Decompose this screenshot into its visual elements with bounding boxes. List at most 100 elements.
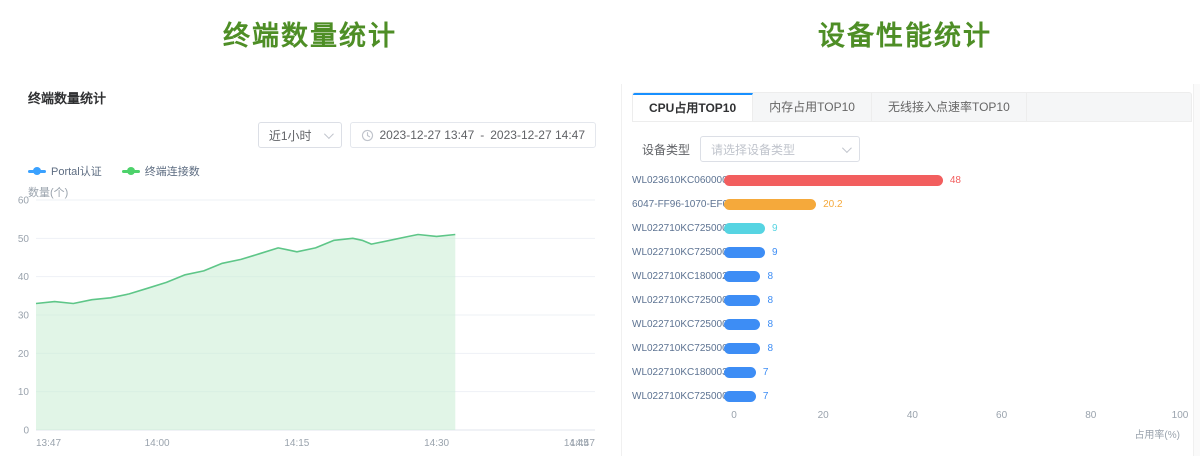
bar-track: 8 bbox=[724, 319, 1180, 330]
bar bbox=[724, 199, 816, 210]
svg-text:10: 10 bbox=[18, 387, 30, 398]
bar-row: WL022710KC725000369 8 bbox=[632, 336, 1180, 360]
bar-value: 20.2 bbox=[823, 199, 842, 210]
svg-text:40: 40 bbox=[18, 272, 30, 283]
axis-tick: 0 bbox=[731, 410, 737, 421]
date-range-picker[interactable]: 2023-12-27 13:47 - 2023-12-27 14:47 bbox=[350, 122, 597, 148]
date-start: 2023-12-27 13:47 bbox=[380, 128, 475, 142]
device-performance-panel: CPU占用TOP10 内存占用TOP10 无线接入点速率TOP10 设备类型 请… bbox=[632, 0, 1192, 456]
bar-row: WL022710KC725000307 8 bbox=[632, 312, 1180, 336]
legend-item-portal[interactable]: Portal认证 bbox=[28, 163, 102, 179]
device-name: WL022710KC725000102 bbox=[632, 223, 724, 234]
chevron-down-icon bbox=[842, 143, 852, 153]
bar-row: WL023610KC06000043 48 bbox=[632, 168, 1180, 192]
bar bbox=[724, 343, 760, 354]
bar-track: 20.2 bbox=[724, 199, 1180, 210]
bar bbox=[724, 247, 765, 258]
axis-tick: 80 bbox=[1085, 410, 1096, 421]
bar bbox=[724, 175, 943, 186]
bar bbox=[724, 271, 760, 282]
tab-cpu-top10[interactable]: CPU占用TOP10 bbox=[633, 93, 753, 121]
device-name: WL022710KC18000280 bbox=[632, 271, 724, 282]
svg-text:14:00: 14:00 bbox=[145, 438, 170, 449]
chart-controls: 近1小时 2023-12-27 13:47 - 2023-12-27 14:47 bbox=[258, 122, 596, 148]
device-name: WL022710KC725000470 bbox=[632, 391, 724, 402]
bar-value: 9 bbox=[772, 247, 778, 258]
scrollbar[interactable] bbox=[1193, 84, 1200, 456]
bar-value: 8 bbox=[767, 271, 773, 282]
dashboard: 终端数量统计 设备性能统计 终端数量统计 近1小时 2023-12-27 13:… bbox=[0, 0, 1200, 456]
bar-row: WL022710KC18000372 7 bbox=[632, 360, 1180, 384]
bar-chart: WL023610KC06000043 48 6047-FF96-1070-EF0A 2… bbox=[632, 168, 1180, 408]
bar-track: 8 bbox=[724, 271, 1180, 282]
device-name: WL022710KC725000409 bbox=[632, 247, 724, 258]
bar-value: 8 bbox=[767, 295, 773, 306]
bar-track: 7 bbox=[724, 391, 1180, 402]
device-name: WL022710KC725000272 bbox=[632, 295, 724, 306]
bar-chart-x-axis: 020406080100 bbox=[734, 410, 1180, 422]
line-chart: 010203040506013:4714:0014:1514:3014:4514… bbox=[0, 190, 605, 452]
axis-tick: 20 bbox=[818, 410, 829, 421]
bar-value: 7 bbox=[763, 391, 769, 402]
tab-memory-top10[interactable]: 内存占用TOP10 bbox=[753, 93, 872, 121]
legend-label: 终端连接数 bbox=[145, 163, 200, 179]
device-name: WL022710KC725000369 bbox=[632, 343, 724, 354]
svg-text:50: 50 bbox=[18, 234, 30, 245]
device-name: WL022710KC18000372 bbox=[632, 367, 724, 378]
tab-bar: CPU占用TOP10 内存占用TOP10 无线接入点速率TOP10 bbox=[632, 92, 1192, 122]
bar-row: WL022710KC725000272 8 bbox=[632, 288, 1180, 312]
chevron-down-icon bbox=[323, 129, 333, 139]
time-range-value: 近1小时 bbox=[269, 127, 312, 144]
device-name: WL022710KC725000307 bbox=[632, 319, 724, 330]
bar-row: WL022710KC725000409 9 bbox=[632, 240, 1180, 264]
bar bbox=[724, 367, 756, 378]
svg-text:0: 0 bbox=[23, 426, 29, 437]
bar-track: 48 bbox=[724, 175, 1180, 186]
bar-track: 9 bbox=[724, 223, 1180, 234]
svg-text:20: 20 bbox=[18, 349, 30, 360]
tab-wireless-rate-top10[interactable]: 无线接入点速率TOP10 bbox=[872, 93, 1027, 121]
bar-track: 8 bbox=[724, 295, 1180, 306]
bar-value: 8 bbox=[767, 343, 773, 354]
svg-text:60: 60 bbox=[18, 196, 30, 207]
time-range-select[interactable]: 近1小时 bbox=[258, 122, 342, 148]
bar-track: 9 bbox=[724, 247, 1180, 258]
legend-label: Portal认证 bbox=[51, 163, 102, 179]
bar-value: 48 bbox=[950, 175, 961, 186]
legend-item-connections[interactable]: 终端连接数 bbox=[122, 163, 200, 179]
bar bbox=[724, 319, 760, 330]
bar-track: 8 bbox=[724, 343, 1180, 354]
bar-value: 7 bbox=[763, 367, 769, 378]
svg-text:13:47: 13:47 bbox=[36, 438, 61, 449]
legend-marker-connections-icon bbox=[122, 170, 140, 173]
bar-row: WL022710KC725000102 9 bbox=[632, 216, 1180, 240]
device-type-filter: 设备类型 请选择设备类型 bbox=[642, 136, 860, 162]
terminal-stats-panel: 终端数量统计 近1小时 2023-12-27 13:47 - 2023-12-2… bbox=[0, 0, 620, 456]
bar-row: WL022710KC18000280 8 bbox=[632, 264, 1180, 288]
svg-text:14:15: 14:15 bbox=[284, 438, 309, 449]
bar-row: 6047-FF96-1070-EF0A 20.2 bbox=[632, 192, 1180, 216]
device-type-label: 设备类型 bbox=[642, 141, 690, 158]
panel-divider bbox=[621, 84, 622, 456]
device-type-select[interactable]: 请选择设备类型 bbox=[700, 136, 860, 162]
bar bbox=[724, 223, 765, 234]
bar bbox=[724, 391, 756, 402]
device-name: 6047-FF96-1070-EF0A bbox=[632, 199, 724, 210]
clock-icon bbox=[361, 129, 374, 142]
panel-title: 终端数量统计 bbox=[28, 88, 106, 107]
svg-text:30: 30 bbox=[18, 311, 30, 322]
bar bbox=[724, 295, 760, 306]
bar-value: 9 bbox=[772, 223, 778, 234]
x-axis-label: 占用率(%) bbox=[1134, 426, 1180, 441]
axis-tick: 40 bbox=[907, 410, 918, 421]
chart-legend: Portal认证 终端连接数 bbox=[28, 163, 200, 179]
device-name: WL023610KC06000043 bbox=[632, 175, 724, 186]
bar-track: 7 bbox=[724, 367, 1180, 378]
device-type-placeholder: 请选择设备类型 bbox=[711, 141, 795, 158]
svg-text:14:30: 14:30 bbox=[424, 438, 449, 449]
bar-value: 8 bbox=[767, 319, 773, 330]
date-end: 2023-12-27 14:47 bbox=[490, 128, 585, 142]
legend-marker-portal-icon bbox=[28, 170, 46, 173]
bar-row: WL022710KC725000470 7 bbox=[632, 384, 1180, 408]
date-separator: - bbox=[480, 128, 484, 142]
